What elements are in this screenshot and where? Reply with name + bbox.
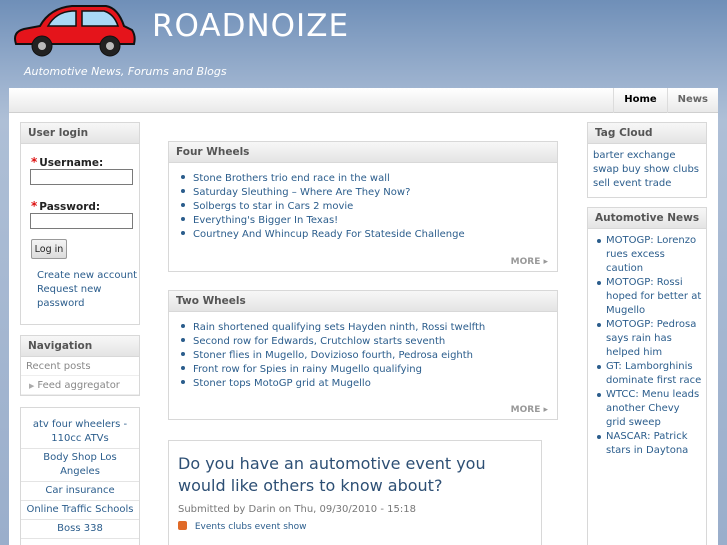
news-item[interactable]: WTCC: Menu leads another Chevy grid swee… [594, 388, 702, 430]
list-item-label: Everything's Bigger In Texas! [193, 215, 339, 226]
username-label-text: Username: [39, 157, 104, 169]
node-title[interactable]: Do you have an automotive event you woul… [178, 453, 528, 497]
four-wheels-title: Four Wheels [169, 142, 557, 163]
four-wheels-more-link[interactable]: MORE ▸ [511, 257, 548, 267]
list-item[interactable]: Front row for Spies in rainy Mugello qua… [178, 363, 557, 377]
primary-nav-bar: Home News [9, 88, 718, 113]
tag-icon [178, 521, 187, 530]
bullet-icon [181, 380, 185, 384]
two-wheels-more-link[interactable]: MORE ▸ [511, 405, 548, 415]
bullet-icon [181, 203, 185, 207]
request-password-link[interactable]: Request new [37, 284, 101, 295]
news-item[interactable]: MOTOGP: Pedrosa says rain has helped him [594, 318, 702, 360]
tag-cloud-title: Tag Cloud [588, 123, 706, 144]
two-wheels-title: Two Wheels [169, 291, 557, 312]
tag-link[interactable]: Events [195, 522, 225, 532]
tag-link[interactable]: show [283, 522, 306, 532]
list-item-label: Courtney And Whincup Ready For Stateside… [193, 229, 465, 240]
nav-feed-aggregator-label: Feed aggregator [37, 380, 120, 391]
bullet-icon [181, 324, 185, 328]
nav-feed-aggregator[interactable]: ▶ Feed aggregator [21, 376, 139, 395]
bullet-icon [181, 231, 185, 235]
four-wheels-list: Stone Brothers trio end race in the wall… [169, 163, 557, 242]
ad-link[interactable]: Body Shop Los Angeles [21, 449, 139, 482]
bullet-icon [181, 175, 185, 179]
ad-link[interactable]: Boss 338 [21, 520, 139, 539]
list-item[interactable]: Courtney And Whincup Ready For Stateside… [178, 228, 557, 242]
node-tags: Events clubs event show [178, 521, 306, 532]
list-item-label: Rain shortened qualifying sets Hayden ni… [193, 322, 486, 333]
create-account-link[interactable]: Create new account [37, 270, 137, 281]
bullet-icon [181, 217, 185, 221]
list-item[interactable]: Stoner flies in Mugello, Dovizioso fourt… [178, 349, 557, 363]
user-login-title: User login [21, 123, 139, 144]
bullet-icon [181, 338, 185, 342]
site-slogan: Automotive News, Forums and Blogs [24, 65, 227, 78]
username-input[interactable] [30, 169, 133, 185]
sponsored-links-block: atv four wheelers - 110cc ATVs Body Shop… [20, 407, 140, 545]
news-item[interactable]: GT: Lamborghinis dominate first race [594, 360, 702, 388]
password-label-text: Password: [39, 201, 101, 213]
news-item[interactable]: NASCAR: Patrick stars in Daytona [594, 430, 702, 458]
password-label: * Password: [31, 199, 100, 213]
ad-link[interactable]: Car insurance [21, 482, 139, 501]
event-node: Do you have an automotive event you woul… [168, 440, 542, 545]
site-header: ROADNOIZE Automotive News, Forums and Bl… [0, 0, 727, 88]
list-item[interactable]: Stone Brothers trio end race in the wall [178, 172, 557, 186]
node-submitted: Submitted by Darin on Thu, 09/30/2010 - … [178, 504, 416, 515]
list-item[interactable]: Stoner tops MotoGP grid at Mugello [178, 377, 557, 391]
four-wheels-panel: Four Wheels Stone Brothers trio end race… [168, 141, 558, 272]
list-item-label: Second row for Edwards, Crutchlow starts… [193, 336, 446, 347]
news-item[interactable]: MOTOGP: Rossi hoped for better at Mugell… [594, 276, 702, 318]
password-input[interactable] [30, 213, 133, 229]
ad-link[interactable]: Online Traffic Schools [21, 501, 139, 520]
list-item[interactable]: Second row for Edwards, Crutchlow starts… [178, 335, 557, 349]
site-name[interactable]: ROADNOIZE [152, 8, 349, 44]
list-item-label: Stoner tops MotoGP grid at Mugello [193, 378, 371, 389]
nav-home-link[interactable]: Home [613, 88, 666, 113]
two-wheels-panel: Two Wheels Rain shortened qualifying set… [168, 290, 558, 420]
list-item-label: Front row for Spies in rainy Mugello qua… [193, 364, 422, 375]
bullet-icon [181, 366, 185, 370]
request-password-link-line2[interactable]: password [37, 298, 84, 309]
primary-links: Home News [613, 88, 718, 113]
automotive-news-block: Automotive News MOTOGP: Lorenzo rues exc… [587, 207, 707, 545]
navigation-block: Navigation Recent posts ▶ Feed aggregator [20, 335, 140, 396]
navigation-title: Navigation [21, 336, 139, 357]
list-item[interactable]: Rain shortened qualifying sets Hayden ni… [178, 321, 557, 335]
list-item-label: Saturday Sleuthing – Where Are They Now? [193, 187, 411, 198]
ad-link[interactable]: atv four wheelers - 110cc ATVs [21, 416, 139, 449]
list-item-label: Stoner flies in Mugello, Dovizioso fourt… [193, 350, 474, 361]
automotive-news-list: MOTOGP: Lorenzo rues excess caution MOTO… [588, 229, 706, 458]
list-item[interactable]: Everything's Bigger In Texas! [178, 214, 557, 228]
required-marker-icon: * [31, 199, 38, 213]
bullet-icon [181, 189, 185, 193]
collapsed-arrow-icon: ▶ [29, 382, 35, 390]
tag-cloud-links[interactable]: barter exchange swap buy show clubs sell… [588, 144, 706, 191]
bullet-icon [181, 352, 185, 356]
news-item[interactable]: MOTOGP: Lorenzo rues excess caution [594, 234, 702, 276]
required-marker-icon: * [31, 155, 38, 169]
username-label: * Username: [31, 155, 103, 169]
automotive-news-title: Automotive News [588, 208, 706, 229]
two-wheels-list: Rain shortened qualifying sets Hayden ni… [169, 312, 557, 391]
tag-link[interactable]: clubs [228, 522, 252, 532]
list-item-label: Solbergs to star in Cars 2 movie [193, 201, 354, 212]
list-item-label: Stone Brothers trio end race in the wall [193, 173, 390, 184]
nav-news-link[interactable]: News [666, 88, 718, 113]
tag-link[interactable]: event [255, 522, 281, 532]
nav-recent-posts[interactable]: Recent posts [21, 357, 139, 376]
tag-cloud-block: Tag Cloud barter exchange swap buy show … [587, 122, 707, 198]
list-item[interactable]: Saturday Sleuthing – Where Are They Now? [178, 186, 557, 200]
login-button[interactable]: Log in [31, 239, 67, 259]
list-item[interactable]: Solbergs to star in Cars 2 movie [178, 200, 557, 214]
user-login-block: User login * Username: * Password: Log in … [20, 122, 140, 325]
red-car-icon[interactable] [10, 2, 138, 60]
